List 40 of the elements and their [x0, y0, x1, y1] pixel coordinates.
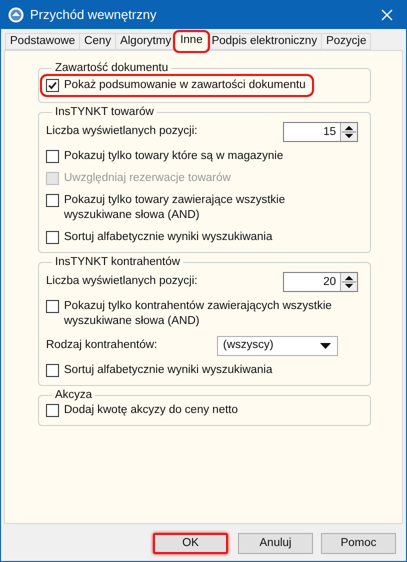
checkbox-label: Sortuj alfabetycznie wyniki wyszukiwania — [64, 230, 272, 245]
group-title: Zawartość dokumentu — [54, 61, 170, 75]
checkbox[interactable] — [46, 231, 59, 244]
checkbox[interactable] — [46, 364, 59, 377]
dropdown-arrow-icon — [320, 343, 331, 349]
tab[interactable]: Algorytmy — [115, 33, 176, 50]
tab[interactable]: Ceny — [79, 33, 116, 50]
number-spinner[interactable]: 20 — [283, 272, 358, 292]
group-title: InsTYNKT towarów — [54, 105, 155, 119]
spin-arrows-icon[interactable] — [340, 123, 357, 141]
group-title: InsTYNKT kontrahentów — [54, 255, 182, 269]
checkbox-label: Pokazuj tylko towary które są w magazynie — [64, 149, 284, 164]
tab[interactable]: Pozycje — [321, 33, 372, 50]
checkbox-label: Pokaż podsumowanie w zawartości dokumentu — [64, 78, 306, 93]
spin-arrows-icon[interactable] — [340, 273, 357, 291]
dropdown[interactable]: (wszyscy) — [217, 336, 338, 356]
checkbox-label: Uwzględniaj rezerwacje towarów — [64, 171, 231, 186]
field-label: Rodzaj kontrahentów: — [46, 338, 158, 354]
checkbox-label: Pokazuj tylko kontrahentów zawierających wszystkie wyszukiwane słowa (AND) — [64, 299, 333, 329]
dialog-button[interactable]: Anuluj — [238, 533, 313, 554]
tab[interactable]: Podpis elektroniczny — [206, 33, 322, 50]
app-logo-icon — [8, 6, 24, 22]
checkbox-label: Pokazuj tylko towary zawierające wszystkie wyszukiwane słowa (AND) — [64, 193, 286, 223]
checkbox-label: Sortuj alfabetycznie wyniki wyszukiwania — [64, 363, 272, 378]
dialog-button[interactable]: Pomoc — [321, 533, 396, 554]
field-label: Liczba wyświetlanych pozycji: — [46, 124, 198, 140]
group-title: Akcyza — [54, 388, 94, 402]
tab[interactable]: Inne — [175, 32, 208, 51]
number-spinner[interactable]: 15 — [283, 122, 358, 142]
checkbox[interactable] — [46, 300, 59, 313]
checkbox[interactable] — [46, 404, 59, 417]
window-title: Przychód wewnętrzny — [30, 6, 156, 24]
close-icon[interactable] — [381, 8, 393, 20]
dialog-button[interactable]: OK — [153, 533, 228, 554]
checkbox[interactable] — [46, 79, 59, 92]
checkbox-label: Dodaj kwotę akcyzy do ceny netto — [64, 403, 238, 418]
field-label: Liczba wyświetlanych pozycji: — [46, 274, 198, 290]
checkbox[interactable] — [46, 194, 59, 207]
tab[interactable]: Podstawowe — [5, 33, 80, 50]
checkbox[interactable] — [46, 150, 59, 163]
